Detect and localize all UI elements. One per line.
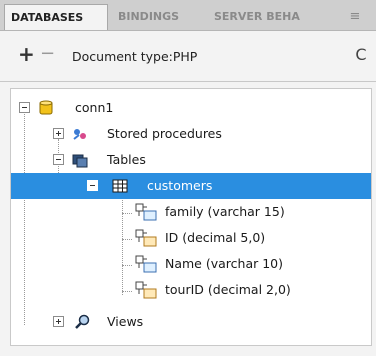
- tree-node-views[interactable]: Views: [11, 309, 371, 335]
- table-name-label: customers: [147, 178, 213, 193]
- tree-node-column[interactable]: family (varchar 15): [11, 199, 371, 225]
- column-label: tourID (decimal 2,0): [165, 282, 291, 297]
- tree-node-customers[interactable]: customers: [11, 173, 371, 199]
- tree-node-column[interactable]: Name (varchar 10): [11, 251, 371, 277]
- collapse-toggle[interactable]: [53, 154, 64, 165]
- panel-toolbar: + − Document type:PHP C: [0, 31, 376, 82]
- tree-node-stored-procedures[interactable]: Stored procedures: [11, 121, 371, 147]
- column-label: family (varchar 15): [165, 204, 285, 219]
- stored-procedures-label: Stored procedures: [107, 126, 222, 141]
- tree-node-connection[interactable]: conn1: [11, 95, 371, 121]
- views-magnifier-icon: [73, 313, 91, 331]
- tab-databases[interactable]: DATABASES: [4, 4, 108, 30]
- connection-label: conn1: [75, 100, 114, 115]
- views-label: Views: [107, 314, 144, 329]
- expand-toggle[interactable]: [53, 128, 64, 139]
- column-text-type-icon: [135, 203, 157, 221]
- panel-tab-bar: DATABASES BINDINGS SERVER BEHA ≡: [0, 0, 376, 31]
- column-label: Name (varchar 10): [165, 256, 283, 271]
- tables-folder-icon: [71, 151, 89, 169]
- column-label: ID (decimal 5,0): [165, 230, 266, 245]
- tables-label: Tables: [107, 152, 146, 167]
- column-numeric-type-icon: [135, 229, 157, 247]
- database-cylinder-icon: [37, 99, 55, 117]
- tree-node-tables[interactable]: Tables: [11, 147, 371, 173]
- collapse-toggle[interactable]: [19, 102, 30, 113]
- refresh-button[interactable]: C: [352, 45, 370, 65]
- tree-node-column[interactable]: ID (decimal 5,0): [11, 225, 371, 251]
- add-connection-button[interactable]: +: [18, 43, 36, 67]
- databases-panel: DATABASES BINDINGS SERVER BEHA ≡ + − Doc…: [0, 0, 376, 356]
- database-tree: conn1 Stored procedures Tables customers…: [10, 88, 372, 346]
- table-grid-icon: [111, 177, 129, 195]
- tree-node-column[interactable]: tourID (decimal 2,0): [11, 277, 371, 303]
- collapse-toggle[interactable]: [87, 180, 98, 191]
- document-type-label: Document type:PHP: [72, 49, 198, 64]
- tab-bindings[interactable]: BINDINGS: [112, 4, 208, 30]
- expand-toggle[interactable]: [53, 316, 64, 327]
- column-text-type-icon: [135, 255, 157, 273]
- panel-menu-icon[interactable]: ≡: [338, 6, 372, 28]
- remove-connection-button[interactable]: −: [40, 43, 55, 67]
- column-numeric-type-icon: [135, 281, 157, 299]
- stored-procedure-icon: [71, 125, 89, 143]
- tab-server-behaviors[interactable]: SERVER BEHA: [208, 4, 318, 30]
